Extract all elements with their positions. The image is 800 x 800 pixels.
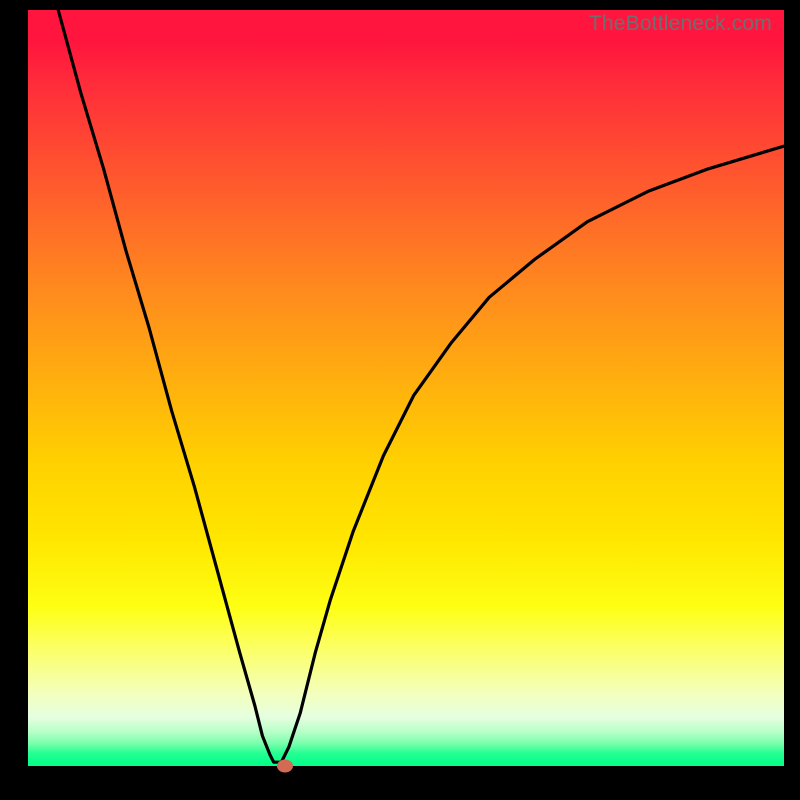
bottleneck-curve: [28, 10, 784, 766]
optimal-point-marker: [277, 760, 293, 773]
chart-frame: TheBottleneck.com: [0, 0, 800, 800]
chart-plot-area: TheBottleneck.com: [28, 10, 784, 766]
